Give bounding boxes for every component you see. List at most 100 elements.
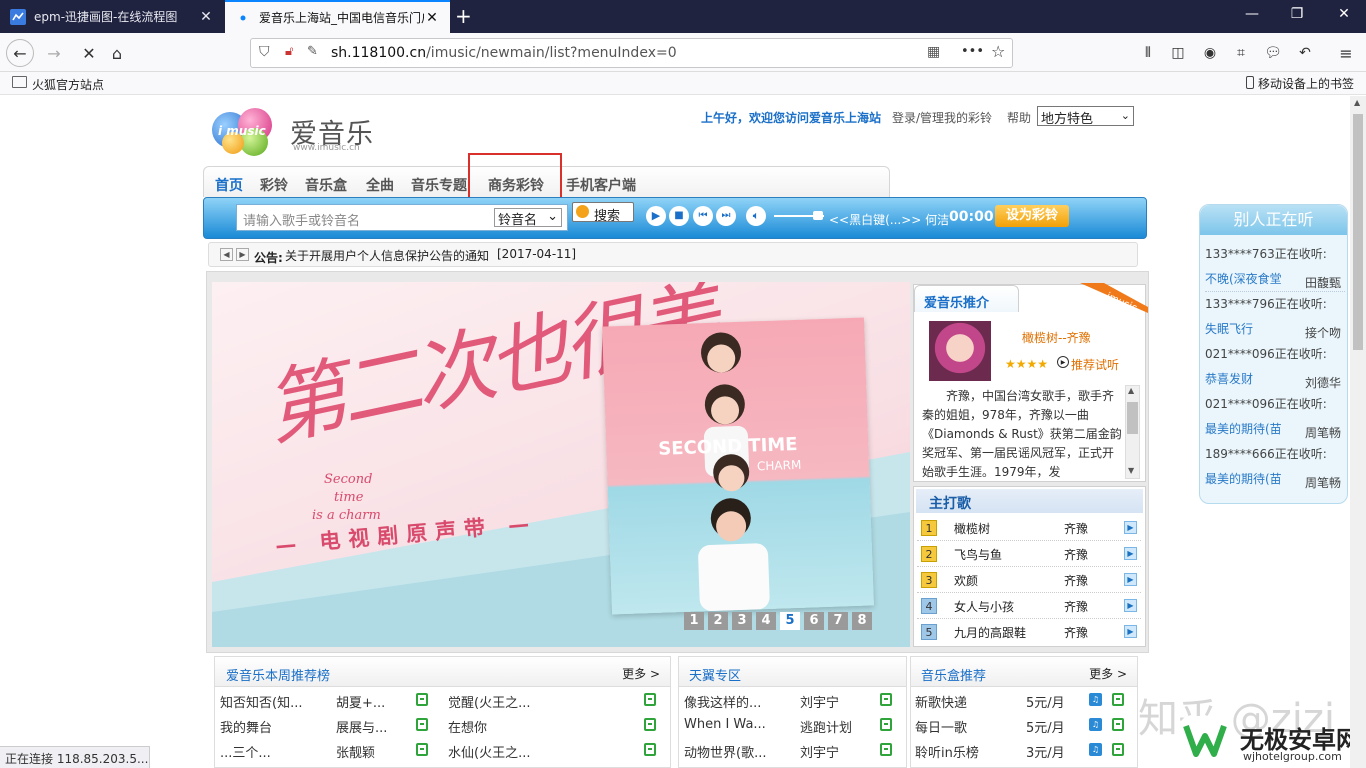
minimize-icon[interactable]: —: [1240, 6, 1264, 22]
nav-mobile-client[interactable]: 手机客户端: [566, 175, 636, 195]
stop-icon[interactable]: ✕: [77, 41, 101, 65]
next-notice-icon[interactable]: ▶: [236, 248, 249, 261]
undo-icon[interactable]: ↶: [1293, 41, 1317, 65]
hit-row[interactable]: 3 欢颜 齐豫 ▶: [917, 567, 1141, 593]
insecure-lock-icon[interactable]: 🔓︎: [285, 44, 293, 59]
nav-fullsong[interactable]: 全曲: [366, 175, 394, 195]
next-icon[interactable]: ⏭: [716, 206, 736, 226]
tab-imusic[interactable]: 爱音乐上海站_中国电信音乐门户 ✕: [225, 0, 450, 33]
listener-song-row[interactable]: 最美的期待(苗 周笔畅: [1205, 470, 1345, 491]
volume-icon[interactable]: 🔈︎: [746, 206, 766, 226]
search-type-select[interactable]: 铃音名 ⌄: [494, 208, 562, 228]
banner-page-5[interactable]: 5: [780, 612, 800, 630]
qr-code-icon[interactable]: ▦: [927, 44, 940, 60]
banner-page-4[interactable]: 4: [756, 612, 776, 630]
prev-notice-icon[interactable]: ◀: [220, 248, 233, 261]
listener-song-row[interactable]: 最美的期待(苗 周笔畅: [1205, 420, 1345, 441]
listener-song-row[interactable]: 失眠飞行 接个吻: [1205, 320, 1345, 341]
screenshot-icon[interactable]: ⌗: [1229, 41, 1253, 65]
nav-ringtone[interactable]: 彩铃: [260, 175, 288, 195]
home-icon[interactable]: ⌂: [105, 41, 129, 65]
trial-link[interactable]: 推荐试听: [1071, 356, 1119, 373]
nav-topics[interactable]: 音乐专题: [411, 175, 467, 195]
sidebar-icon[interactable]: ◫: [1166, 41, 1190, 65]
previous-icon[interactable]: ⏮: [693, 206, 713, 226]
library-icon[interactable]: ⫴: [1136, 41, 1160, 65]
banner-page-1[interactable]: 1: [684, 612, 704, 630]
ringtone-icon[interactable]: [880, 693, 892, 706]
ringtone-icon[interactable]: [644, 693, 656, 706]
hit-row[interactable]: 5 九月的高跟鞋 齐豫 ▶: [917, 619, 1141, 645]
musicbox-more-link[interactable]: 更多 >: [1089, 665, 1127, 682]
list-item[interactable]: 在想你: [448, 717, 487, 742]
listener-song-row[interactable]: 不晚(深夜食堂 田馥甄: [1205, 270, 1345, 292]
list-item[interactable]: 我的舞台: [220, 717, 272, 742]
banner[interactable]: 第二次也很美 Second time is a charm — 电视剧原声带 —…: [212, 282, 910, 647]
list-item[interactable]: 每日一歌: [915, 717, 967, 742]
notice-text[interactable]: 关于开展用户个人信息保护公告的通知: [285, 247, 489, 264]
shield-icon[interactable]: ⛉: [259, 44, 270, 60]
list-item[interactable]: When I Wa...: [684, 717, 766, 742]
ringtone-icon[interactable]: [416, 718, 428, 731]
ringtone-icon[interactable]: [416, 693, 428, 706]
restore-icon[interactable]: ❐: [1285, 6, 1309, 22]
ringtone-icon[interactable]: [1112, 718, 1124, 731]
list-item[interactable]: 聆听in乐榜: [915, 742, 979, 767]
address-bar[interactable]: ⛉ 🔓︎ ✎ sh.118100.cn/imusic/newmain/list?…: [250, 38, 1013, 68]
close-window-icon[interactable]: ✕: [1332, 6, 1356, 22]
banner-page-2[interactable]: 2: [708, 612, 728, 630]
list-item[interactable]: 水仙(火王之...: [448, 742, 530, 767]
bookmark-firefox-official[interactable]: 火狐官方站点: [32, 76, 104, 93]
account-icon[interactable]: ◉: [1198, 41, 1222, 65]
banner-page-6[interactable]: 6: [804, 612, 824, 630]
ringtone-icon[interactable]: [644, 718, 656, 731]
stop-icon[interactable]: ■: [669, 206, 689, 226]
ringtone-icon[interactable]: [416, 743, 428, 756]
permission-icon[interactable]: ✎: [307, 44, 318, 59]
play-icon[interactable]: ▶: [646, 206, 666, 226]
listener-song-row[interactable]: 恭喜发财 刘德华: [1205, 370, 1345, 391]
mobile-bookmarks[interactable]: 移动设备上的书签: [1258, 75, 1354, 92]
banner-page-7[interactable]: 7: [828, 612, 848, 630]
hit-row[interactable]: 1 橄榄树 齐豫 ▶: [917, 515, 1141, 541]
url-text[interactable]: sh.118100.cn/imusic/newmain/list?menuInd…: [331, 45, 677, 61]
artist-photo[interactable]: [929, 321, 991, 381]
ringtone-icon[interactable]: [1112, 743, 1124, 756]
new-tab-button[interactable]: +: [455, 4, 472, 28]
close-tab-icon[interactable]: ✕: [198, 9, 214, 25]
region-select[interactable]: 地方特色 ⌄: [1037, 106, 1134, 127]
bookmark-star-icon[interactable]: ☆: [991, 42, 1005, 61]
search-button[interactable]: 搜索: [572, 202, 634, 224]
bio-scrollbar[interactable]: ▲ ▼: [1125, 385, 1140, 479]
weekly-more-link[interactable]: 更多 >: [622, 665, 660, 682]
menu-icon[interactable]: ≡: [1334, 41, 1358, 65]
back-icon[interactable]: ←: [6, 39, 34, 67]
list-item[interactable]: 新歌快递: [915, 692, 967, 717]
close-tab-icon[interactable]: ✕: [424, 10, 440, 26]
list-item[interactable]: 觉醒(火王之...: [448, 692, 530, 717]
hit-row[interactable]: 2 飞鸟与鱼 齐豫 ▶: [917, 541, 1141, 567]
banner-page-8[interactable]: 8: [852, 612, 872, 630]
forward-icon[interactable]: →: [42, 41, 66, 65]
list-item[interactable]: 动物世界(歌...: [684, 742, 766, 767]
page-scrollbar[interactable]: ▲: [1350, 96, 1366, 768]
page-actions-icon[interactable]: •••: [961, 44, 984, 59]
help-link[interactable]: 帮助: [1007, 109, 1031, 126]
ringtone-icon[interactable]: [1112, 693, 1124, 706]
banner-page-3[interactable]: 3: [732, 612, 752, 630]
list-item[interactable]: 知否知否(知...: [220, 692, 302, 717]
tab-epm[interactable]: epm-迅捷画图-在线流程图 ✕: [0, 0, 224, 33]
hit-row[interactable]: 4 女人与小孩 齐豫 ▶: [917, 593, 1141, 619]
set-ringtone-button[interactable]: 设为彩铃: [995, 205, 1069, 227]
listen-icon[interactable]: ♫: [1089, 718, 1102, 731]
imusic-logo[interactable]: i music: [210, 106, 294, 156]
ringtone-icon[interactable]: [880, 743, 892, 756]
list-item[interactable]: 像我这样的...: [684, 692, 761, 717]
search-input[interactable]: 请输入歌手或铃音名 铃音名 ⌄: [236, 204, 568, 231]
volume-knob[interactable]: [813, 211, 823, 220]
nav-musicbox[interactable]: 音乐盒: [305, 175, 347, 195]
login-link[interactable]: 登录/管理我的彩铃: [892, 109, 992, 126]
play-circle-icon[interactable]: ▶: [1057, 356, 1069, 368]
listen-icon[interactable]: ♫: [1089, 693, 1102, 706]
ringtone-icon[interactable]: [644, 743, 656, 756]
